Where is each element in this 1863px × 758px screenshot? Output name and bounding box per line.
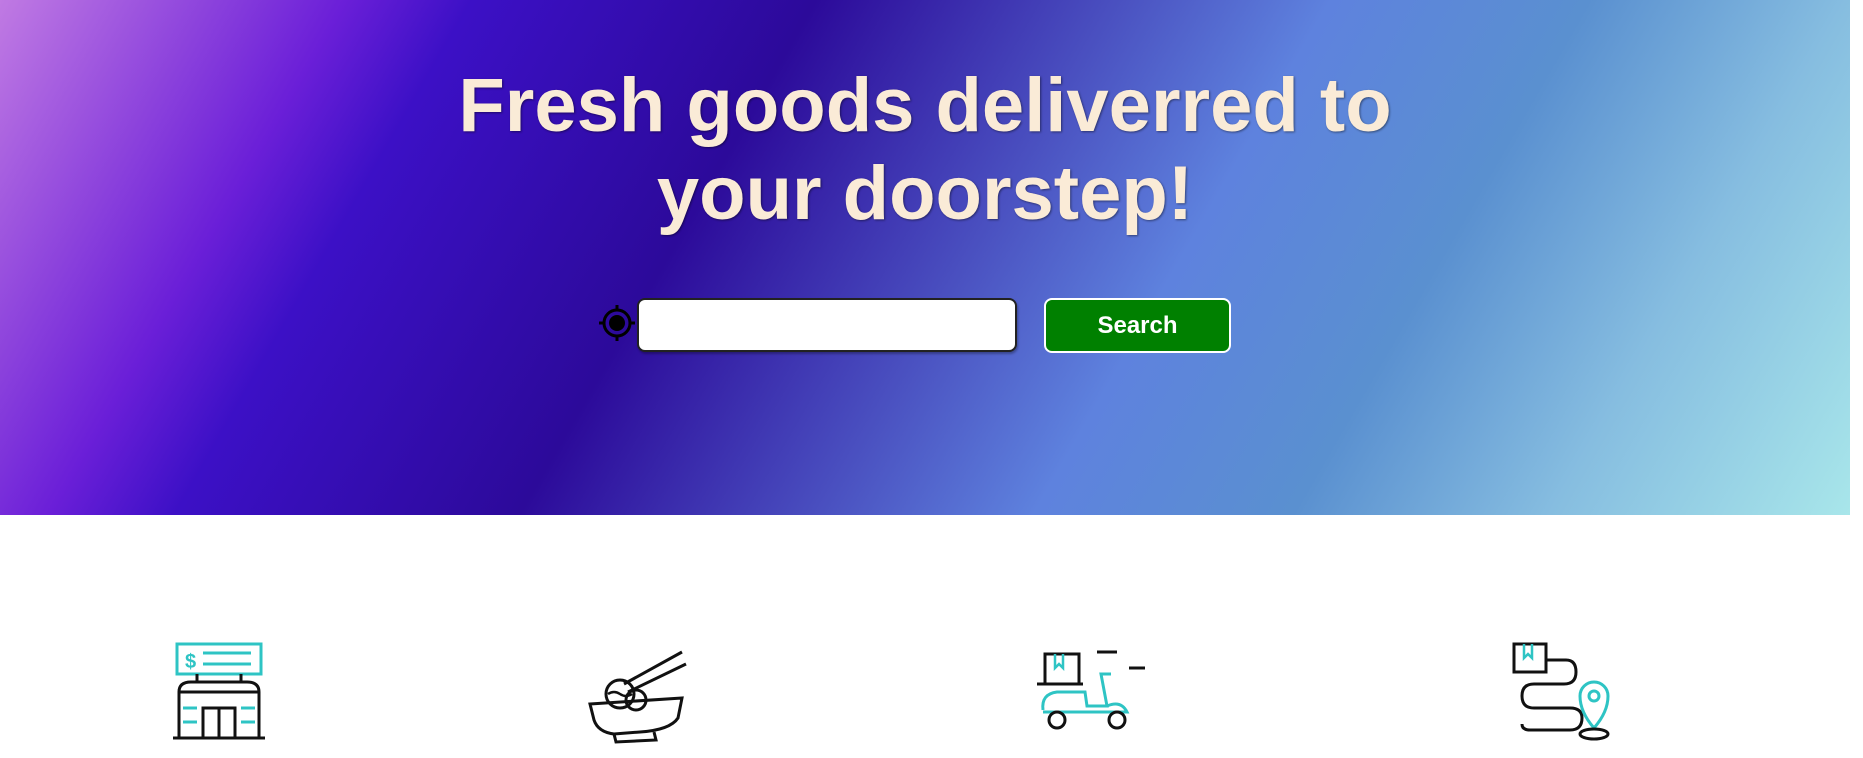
hero-title-line-1: Fresh goods deliverred to [458,63,1392,148]
store-icon: $ [163,638,273,748]
address-search-input[interactable] [637,298,1017,352]
delivery-scooter-icon [1035,638,1147,748]
crosshair-locate-icon[interactable] [597,303,637,343]
hero-title: Fresh goods deliverred to your doorstep! [0,62,1850,238]
search-button[interactable]: Search [1044,298,1231,353]
package-route-icon [1510,638,1620,748]
hero-title-line-2: your doorstep! [656,151,1194,236]
hero-banner: Fresh goods deliverred to your doorstep!… [0,0,1850,515]
svg-text:$: $ [185,651,196,673]
noodle-bowl-icon [578,638,688,748]
